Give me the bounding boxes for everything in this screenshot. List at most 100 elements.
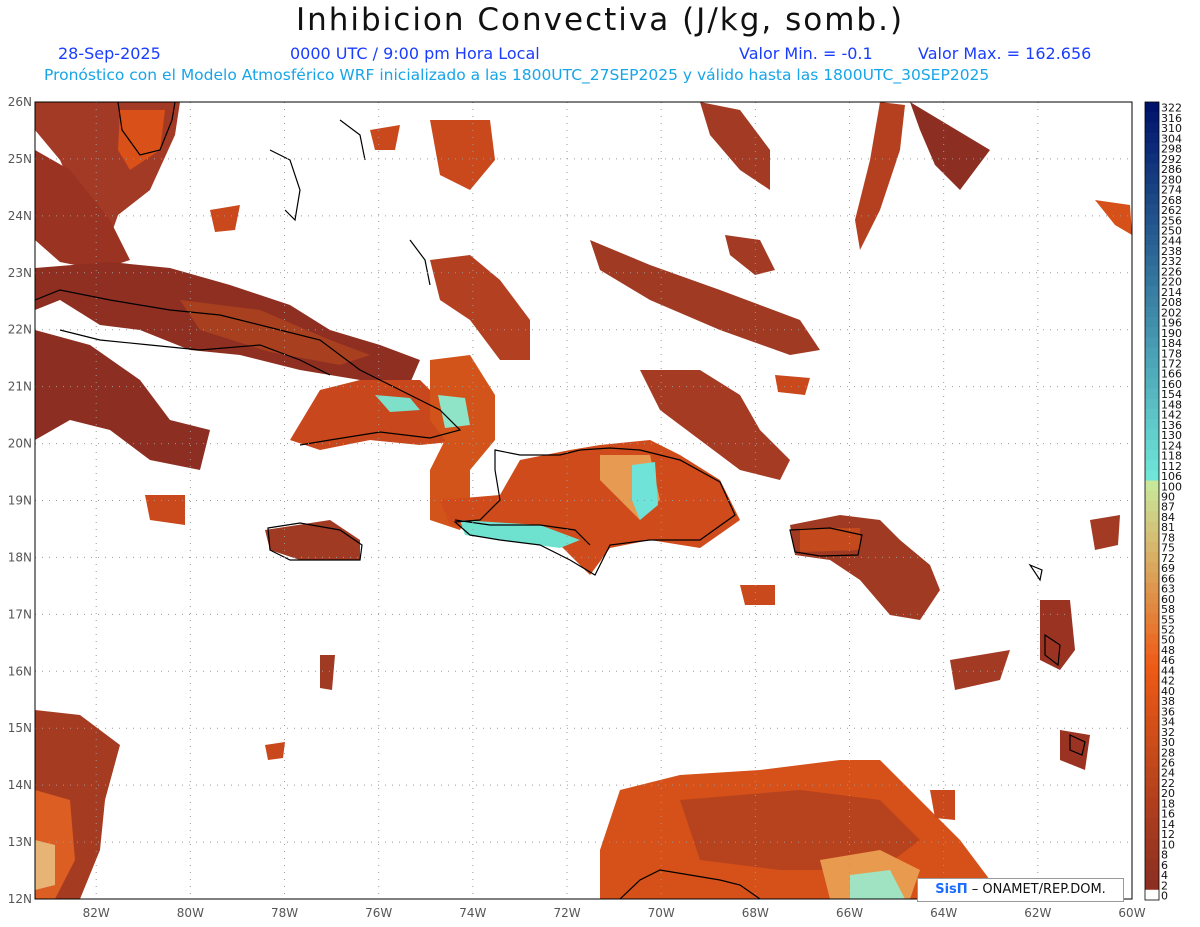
colorbar-swatch bbox=[1145, 787, 1159, 799]
colorbar-label: 0 bbox=[1161, 890, 1168, 903]
lon-tick-label: 66W bbox=[836, 906, 863, 920]
credit-brand: SisΠ bbox=[935, 882, 968, 897]
colorbar-swatch bbox=[1145, 531, 1159, 543]
lat-tick-label: 17N bbox=[8, 607, 32, 621]
lat-tick-label: 19N bbox=[8, 494, 32, 508]
colorbar-swatch bbox=[1145, 235, 1159, 246]
colorbar-swatch bbox=[1145, 368, 1159, 379]
colorbar-swatch bbox=[1145, 112, 1159, 123]
lon-axis: 82W 80W 78W 76W 74W 72W 70W 68W 66W 64W 62W 60W bbox=[83, 906, 1146, 920]
colorbar-swatch bbox=[1145, 245, 1159, 256]
lat-tick-label: 12N bbox=[8, 892, 32, 906]
colorbar-swatch bbox=[1145, 296, 1159, 308]
colorbar-swatch bbox=[1145, 501, 1159, 512]
credit-text: – ONAMET/REP.DOM. bbox=[967, 882, 1106, 897]
cin-region-antilles3 bbox=[1090, 515, 1120, 550]
credit-box: SisΠ – ONAMET/REP.DOM. bbox=[917, 878, 1124, 902]
colorbar-swatch bbox=[1145, 480, 1159, 492]
colorbar: 3223163103042982922862802742682622562502… bbox=[1144, 101, 1182, 903]
colorbar-swatch bbox=[1145, 204, 1159, 215]
lon-tick-label: 72W bbox=[553, 906, 580, 920]
colorbar-swatch bbox=[1145, 828, 1159, 840]
colorbar-swatch bbox=[1145, 818, 1159, 829]
forecast-time: 0000 UTC / 9:00 pm Hora Local bbox=[290, 44, 540, 63]
colorbar-swatch bbox=[1145, 357, 1159, 369]
colorbar-swatch bbox=[1145, 449, 1159, 461]
colorbar-swatch bbox=[1145, 224, 1159, 236]
colorbar-swatch bbox=[1145, 869, 1159, 880]
colorbar-swatch bbox=[1145, 102, 1159, 113]
lon-tick-label: 70W bbox=[648, 906, 675, 920]
cin-blob-6 bbox=[740, 585, 775, 605]
lat-tick-label: 25N bbox=[8, 152, 32, 166]
colorbar-swatch bbox=[1145, 398, 1159, 410]
colorbar-swatch bbox=[1145, 132, 1159, 144]
colorbar-swatch bbox=[1145, 807, 1159, 819]
colorbar-swatch bbox=[1145, 265, 1159, 277]
lat-tick-label: 20N bbox=[8, 437, 32, 451]
colorbar-swatch bbox=[1145, 777, 1159, 788]
colorbar-swatch bbox=[1145, 644, 1159, 655]
colorbar-swatch bbox=[1145, 521, 1159, 533]
colorbar-swatch bbox=[1145, 746, 1159, 758]
lat-tick-label: 26N bbox=[8, 95, 32, 109]
cin-region-sw-light bbox=[35, 840, 55, 890]
colorbar-swatch bbox=[1145, 408, 1159, 420]
colorbar-swatch bbox=[1145, 173, 1159, 185]
colorbar-swatch bbox=[1145, 572, 1159, 584]
lon-tick-label: 80W bbox=[177, 906, 204, 920]
colorbar-swatch bbox=[1145, 726, 1159, 737]
cin-blob-8 bbox=[775, 375, 810, 395]
lon-tick-label: 76W bbox=[365, 906, 392, 920]
colorbar-swatch bbox=[1145, 889, 1159, 901]
colorbar-swatch bbox=[1145, 429, 1159, 441]
lon-tick-label: 82W bbox=[83, 906, 110, 920]
page-title: Inhibicion Convectiva (J/kg, somb.) bbox=[295, 2, 905, 38]
cin-region-pr-core bbox=[800, 528, 860, 552]
colorbar-swatch bbox=[1145, 838, 1159, 850]
colorbar-swatch bbox=[1145, 613, 1159, 625]
colorbar-swatch bbox=[1145, 388, 1159, 400]
colorbar-swatch bbox=[1145, 255, 1159, 267]
colorbar-swatch bbox=[1145, 685, 1159, 696]
colorbar-swatch bbox=[1145, 316, 1159, 328]
cin-map: 82W 80W 78W 76W 74W 72W 70W 68W 66W 64W 62W 60W 26N… bbox=[8, 95, 1182, 920]
lat-tick-label: 18N bbox=[8, 550, 32, 564]
colorbar-swatch bbox=[1145, 664, 1159, 676]
lat-tick-label: 14N bbox=[8, 778, 32, 792]
colorbar-swatch bbox=[1145, 634, 1159, 645]
colorbar-swatch bbox=[1145, 562, 1159, 574]
colorbar-swatch bbox=[1145, 286, 1159, 297]
colorbar-swatch bbox=[1145, 163, 1159, 175]
colorbar-swatch bbox=[1145, 419, 1159, 430]
lat-tick-label: 23N bbox=[8, 266, 32, 280]
colorbar-swatch bbox=[1145, 194, 1159, 205]
colorbar-swatch bbox=[1145, 715, 1159, 727]
colorbar-swatch bbox=[1145, 378, 1159, 389]
colorbar-swatch bbox=[1145, 142, 1159, 154]
colorbar-swatch bbox=[1145, 183, 1159, 195]
model-info: Pronóstico con el Modelo Atmosférico WRF… bbox=[44, 66, 990, 84]
colorbar-swatch bbox=[1145, 756, 1159, 768]
colorbar-swatch bbox=[1145, 767, 1159, 778]
lon-tick-label: 60W bbox=[1118, 906, 1145, 920]
colorbar-swatch bbox=[1145, 879, 1159, 891]
lat-tick-label: 22N bbox=[8, 323, 32, 337]
lon-tick-label: 74W bbox=[459, 906, 486, 920]
colorbar-swatch bbox=[1145, 674, 1159, 686]
colorbar-swatch bbox=[1145, 797, 1159, 809]
value-min: Valor Min. = -0.1 bbox=[739, 44, 873, 63]
lon-tick-label: 62W bbox=[1024, 906, 1051, 920]
colorbar-swatch bbox=[1145, 153, 1159, 164]
colorbar-swatch bbox=[1145, 695, 1159, 707]
colorbar-swatch bbox=[1145, 511, 1159, 522]
value-max: Valor Max. = 162.656 bbox=[918, 44, 1092, 63]
lat-tick-label: 13N bbox=[8, 835, 32, 849]
colorbar-swatch bbox=[1145, 214, 1159, 226]
colorbar-swatch bbox=[1145, 582, 1159, 594]
colorbar-swatch bbox=[1145, 490, 1159, 502]
colorbar-swatch bbox=[1145, 337, 1159, 348]
colorbar-swatch bbox=[1145, 439, 1159, 451]
colorbar-swatch bbox=[1145, 859, 1159, 870]
colorbar-swatch bbox=[1145, 306, 1159, 318]
